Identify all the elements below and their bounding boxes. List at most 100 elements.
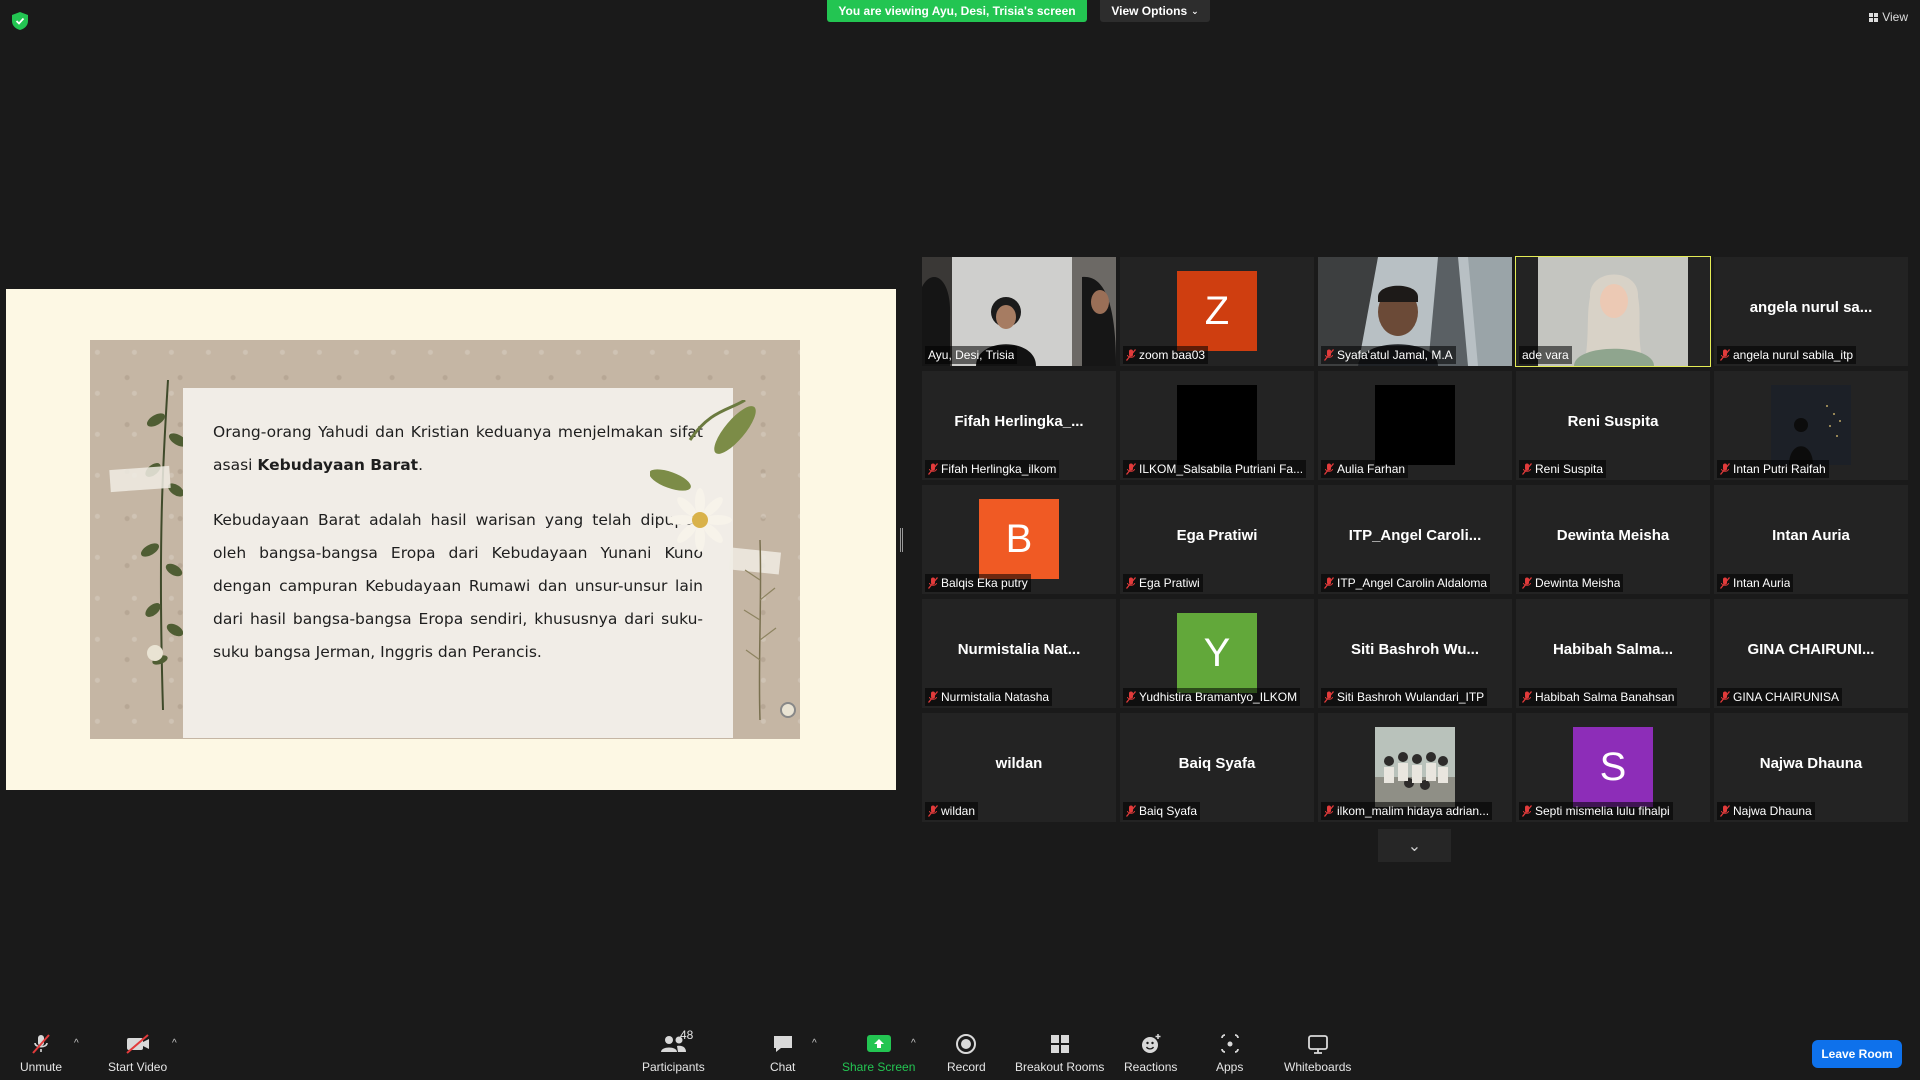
- mic-muted-icon: [1324, 349, 1334, 361]
- participant-display-name: Reni Suspita: [1567, 413, 1659, 430]
- participant-tile[interactable]: GINA CHAIRUNI... GINA CHAIRUNISA: [1714, 599, 1908, 708]
- participant-tile[interactable]: ilkom_malim hidaya adrian...: [1318, 713, 1512, 822]
- breakout-rooms-button[interactable]: Breakout Rooms: [1015, 1032, 1104, 1074]
- participant-name-label: Balqis Eka putry: [925, 574, 1031, 592]
- mic-muted-icon: [1522, 577, 1532, 589]
- participant-profile-picture: [1375, 385, 1455, 465]
- security-shield-icon[interactable]: [12, 12, 28, 30]
- participant-tile[interactable]: Reni Suspita Reni Suspita: [1516, 371, 1710, 480]
- participant-tile[interactable]: Intan Auria Intan Auria: [1714, 485, 1908, 594]
- participant-tile[interactable]: ILKOM_Salsabila Putriani Fa...: [1120, 371, 1314, 480]
- share-options-caret-icon[interactable]: ^: [911, 1038, 916, 1049]
- participant-name: Nurmistalia Natasha: [941, 690, 1050, 704]
- record-button[interactable]: Record: [947, 1032, 986, 1074]
- participant-display-name: angela nurul sa...: [1749, 299, 1873, 316]
- mic-muted-icon: [928, 805, 938, 817]
- participant-name-label: Reni Suspita: [1519, 460, 1607, 478]
- unmute-button[interactable]: Unmute: [20, 1032, 62, 1074]
- participant-name-label: Yudhistira Bramantyo_ILKOM: [1123, 688, 1301, 706]
- whiteboards-button[interactable]: Whiteboards: [1284, 1032, 1351, 1074]
- participant-name-label: Ega Pratiwi: [1123, 574, 1203, 592]
- participant-tile[interactable]: Baiq Syafa Baiq Syafa: [1120, 713, 1314, 822]
- chat-button[interactable]: Chat: [770, 1032, 795, 1074]
- chat-label: Chat: [770, 1060, 796, 1074]
- participant-tile[interactable]: Siti Bashroh Wu... Siti Bashroh Wulandari…: [1318, 599, 1512, 708]
- mic-muted-icon: [1720, 349, 1730, 361]
- participant-name-label: Intan Putri Raifah: [1717, 460, 1829, 478]
- presentation-slide: Orang-orang Yahudi dan Kristian keduanya…: [90, 340, 800, 739]
- participant-tile[interactable]: Nurmistalia Nat... Nurmistalia Natasha: [922, 599, 1116, 708]
- participant-name-label: Habibah Salma Banahsan: [1519, 688, 1678, 706]
- participant-tile[interactable]: Zzoom baa03: [1120, 257, 1314, 366]
- participant-display-name: GINA CHAIRUNI...: [1747, 641, 1875, 658]
- participant-tile[interactable]: S Septi mismelia lulu fihalpi: [1516, 713, 1710, 822]
- start-video-button[interactable]: Start Video: [108, 1032, 167, 1074]
- participant-name: Ayu, Desi, Trisia: [928, 348, 1015, 362]
- share-screen-button[interactable]: Share Screen: [842, 1032, 915, 1074]
- slide-paragraph-1: Orang-orang Yahudi dan Kristian keduanya…: [213, 423, 703, 474]
- mic-muted-icon: [1324, 463, 1334, 475]
- participant-name-label: Intan Auria: [1717, 574, 1794, 592]
- audio-options-caret-icon[interactable]: ^: [74, 1038, 79, 1049]
- chat-options-caret-icon[interactable]: ^: [812, 1038, 817, 1049]
- participant-tile[interactable]: B Balqis Eka putry: [922, 485, 1116, 594]
- participant-tile[interactable]: Y Yudhistira Bramantyo_ILKOM: [1120, 599, 1314, 708]
- chevron-down-icon: ⌄: [1407, 837, 1422, 855]
- participant-tile[interactable]: angela nurul sa... angela nurul sabila_it…: [1714, 257, 1908, 366]
- participant-name: Ega Pratiwi: [1139, 576, 1200, 590]
- unmute-label: Unmute: [20, 1060, 63, 1074]
- participant-name: Fifah Herlingka_ilkom: [941, 462, 1057, 476]
- participant-tile[interactable]: ITP_Angel Caroli... ITP_Angel Carolin Ald…: [1318, 485, 1512, 594]
- leave-room-button[interactable]: Leave Room: [1812, 1040, 1902, 1068]
- participant-tile[interactable]: Intan Putri Raifah: [1714, 371, 1908, 480]
- shared-screen[interactable]: Orang-orang Yahudi dan Kristian keduanya…: [6, 289, 896, 790]
- participant-name-label: Ayu, Desi, Trisia: [925, 346, 1018, 364]
- share-screen-label: Share Screen: [842, 1060, 916, 1074]
- participant-name: GINA CHAIRUNISA: [1733, 690, 1840, 704]
- view-button[interactable]: View: [1869, 10, 1908, 24]
- participant-name: ilkom_malim hidaya adrian...: [1337, 804, 1490, 818]
- participant-name-label: angela nurul sabila_itp: [1717, 346, 1857, 364]
- participant-display-name: Fifah Herlingka_...: [954, 413, 1084, 430]
- reactions-button[interactable]: Reactions: [1124, 1032, 1177, 1074]
- mic-muted-icon: [1126, 577, 1136, 589]
- participant-name-label: wildan: [925, 802, 979, 820]
- participant-tile[interactable]: Najwa Dhauna Najwa Dhauna: [1714, 713, 1908, 822]
- view-options-button[interactable]: View Options ⌄: [1100, 0, 1210, 22]
- tape-decoration: [109, 465, 171, 493]
- participant-tile[interactable]: Fifah Herlingka_... Fifah Herlingka_ilkom: [922, 371, 1116, 480]
- participant-name: Septi mismelia lulu fihalpi: [1535, 804, 1670, 818]
- participant-tile[interactable]: Syafa'atul Jamal, M.A: [1318, 257, 1512, 366]
- mic-muted-icon: [1126, 805, 1136, 817]
- participants-count: 48: [680, 1028, 694, 1042]
- gallery-grid-icon: [1869, 12, 1879, 22]
- participant-name: Balqis Eka putry: [941, 576, 1028, 590]
- participant-tile[interactable]: Ayu, Desi, Trisia: [922, 257, 1116, 366]
- participants-button[interactable]: 48 Participants: [642, 1028, 705, 1074]
- video-options-caret-icon[interactable]: ^: [172, 1038, 177, 1049]
- participants-label: Participants: [642, 1060, 705, 1074]
- participant-name-label: zoom baa03: [1123, 346, 1209, 364]
- gallery-next-page-button[interactable]: ⌄: [1378, 829, 1451, 862]
- pin-decoration: [780, 702, 796, 718]
- record-label: Record: [947, 1060, 986, 1074]
- view-options-label: View Options: [1111, 4, 1188, 18]
- breakout-rooms-label: Breakout Rooms: [1015, 1060, 1105, 1074]
- participant-display-name: Habibah Salma...: [1552, 641, 1674, 658]
- participant-tile[interactable]: ade vara: [1515, 256, 1711, 367]
- camera-off-icon: [125, 1034, 149, 1054]
- participant-tile[interactable]: Habibah Salma... Habibah Salma Banahsan: [1516, 599, 1710, 708]
- participant-tile[interactable]: wildan wildan: [922, 713, 1116, 822]
- mic-muted-icon: [1126, 463, 1136, 475]
- participant-tile[interactable]: Ega Pratiwi Ega Pratiwi: [1120, 485, 1314, 594]
- mic-muted-icon: [1720, 463, 1730, 475]
- participant-name-label: Siti Bashroh Wulandari_ITP: [1321, 688, 1488, 706]
- participant-tile[interactable]: Dewinta Meisha Dewinta Meisha: [1516, 485, 1710, 594]
- apps-icon: [1220, 1034, 1239, 1053]
- view-label: View: [1882, 10, 1908, 24]
- participant-tile[interactable]: Aulia Farhan: [1318, 371, 1512, 480]
- apps-button[interactable]: Apps: [1216, 1032, 1243, 1074]
- participant-name-label: Baiq Syafa: [1123, 802, 1201, 820]
- split-view-drag-handle[interactable]: [900, 528, 903, 552]
- mic-muted-icon: [1324, 577, 1334, 589]
